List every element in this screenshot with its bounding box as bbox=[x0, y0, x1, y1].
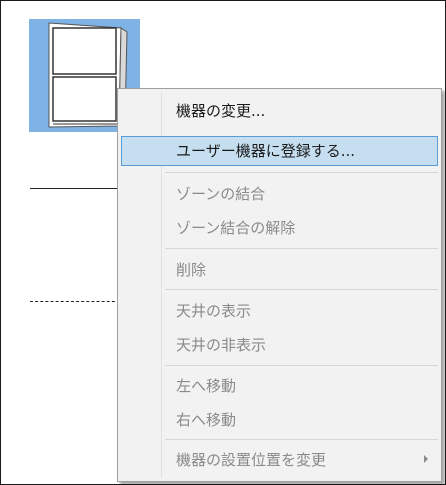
menu-item-label: ゾーン結合の解除 bbox=[176, 219, 296, 237]
submenu-arrow-icon bbox=[424, 455, 428, 463]
menu-item-register-user-device[interactable]: ユーザー機器に登録する... bbox=[121, 136, 438, 166]
menu-item-label: 機器の変更... bbox=[176, 102, 266, 120]
menu-item-label: 天井の表示 bbox=[176, 302, 252, 320]
menu-separator bbox=[165, 365, 438, 366]
menu-item-change-device[interactable]: 機器の変更... bbox=[121, 96, 438, 126]
menu-item-hide-ceiling[interactable]: 天井の非表示 bbox=[121, 330, 438, 360]
menu-item-label: ゾーンの結合 bbox=[176, 185, 266, 203]
menu-item-delete[interactable]: 削除 bbox=[121, 255, 438, 285]
menu-item-join-zones[interactable]: ゾーンの結合 bbox=[121, 179, 438, 209]
menu-separator bbox=[165, 172, 438, 173]
menu-separator bbox=[165, 439, 438, 440]
menu-item-label: ユーザー機器に登録する... bbox=[176, 142, 356, 160]
menu-item-move-right[interactable]: 右へ移動 bbox=[121, 405, 438, 435]
menu-item-label: 機器の設置位置を変更 bbox=[176, 451, 327, 469]
menu-item-change-install-position[interactable]: 機器の設置位置を変更 bbox=[121, 445, 438, 475]
menu-item-label: 天井の非表示 bbox=[176, 336, 267, 354]
ceiling-dashed-line bbox=[30, 301, 120, 302]
menu-item-label: 右へ移動 bbox=[176, 411, 237, 429]
menu-item-unjoin-zones[interactable]: ゾーン結合の解除 bbox=[121, 213, 438, 243]
zone-boundary-line bbox=[30, 188, 120, 189]
menu-item-label: 左へ移動 bbox=[176, 377, 237, 395]
context-menu: 機器の変更... ユーザー機器に登録する... ゾーンの結合 ゾーン結合の解除 … bbox=[117, 88, 442, 482]
menu-item-label: 削除 bbox=[176, 261, 207, 279]
menu-separator bbox=[165, 289, 438, 290]
menu-item-move-left[interactable]: 左へ移動 bbox=[121, 371, 438, 401]
menu-separator bbox=[165, 248, 438, 249]
menu-item-show-ceiling[interactable]: 天井の表示 bbox=[121, 296, 438, 326]
